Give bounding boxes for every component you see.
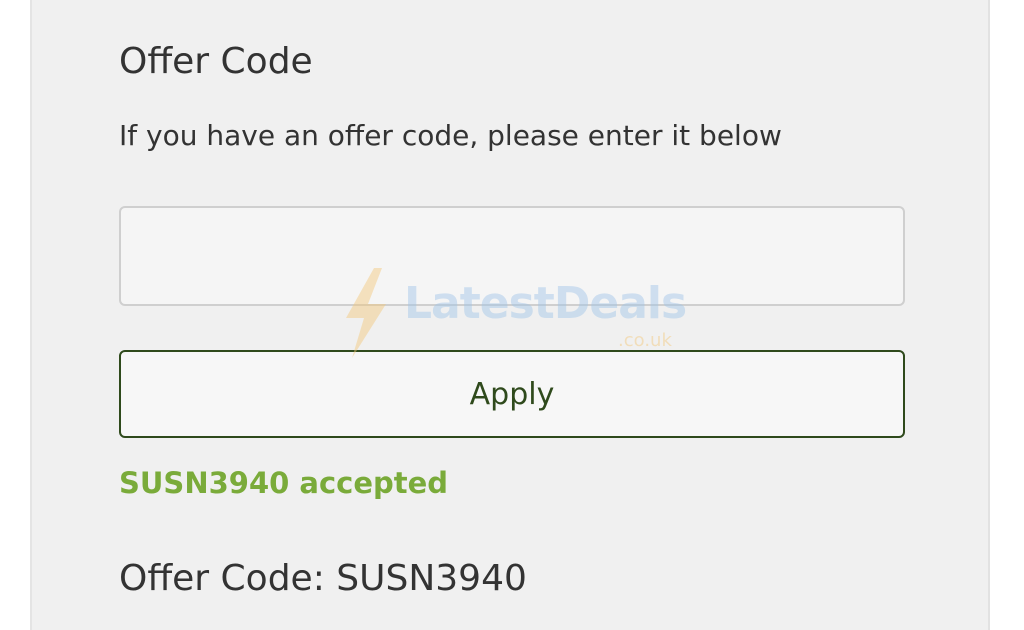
offer-accepted-message: SUSN3940 accepted (119, 466, 449, 500)
offer-code-panel (32, 0, 990, 630)
offer-code-heading: Offer Code (119, 41, 313, 82)
right-page-margin (990, 0, 1024, 630)
left-page-margin (0, 0, 32, 630)
applied-offer-code: Offer Code: SUSN3940 (119, 557, 527, 601)
apply-button[interactable]: Apply (119, 350, 905, 438)
applied-offer-label: Offer Code: (119, 558, 325, 599)
offer-code-input[interactable] (119, 206, 905, 306)
offer-code-instructions: If you have an offer code, please enter … (119, 119, 782, 152)
applied-offer-value: SUSN3940 (336, 558, 527, 599)
